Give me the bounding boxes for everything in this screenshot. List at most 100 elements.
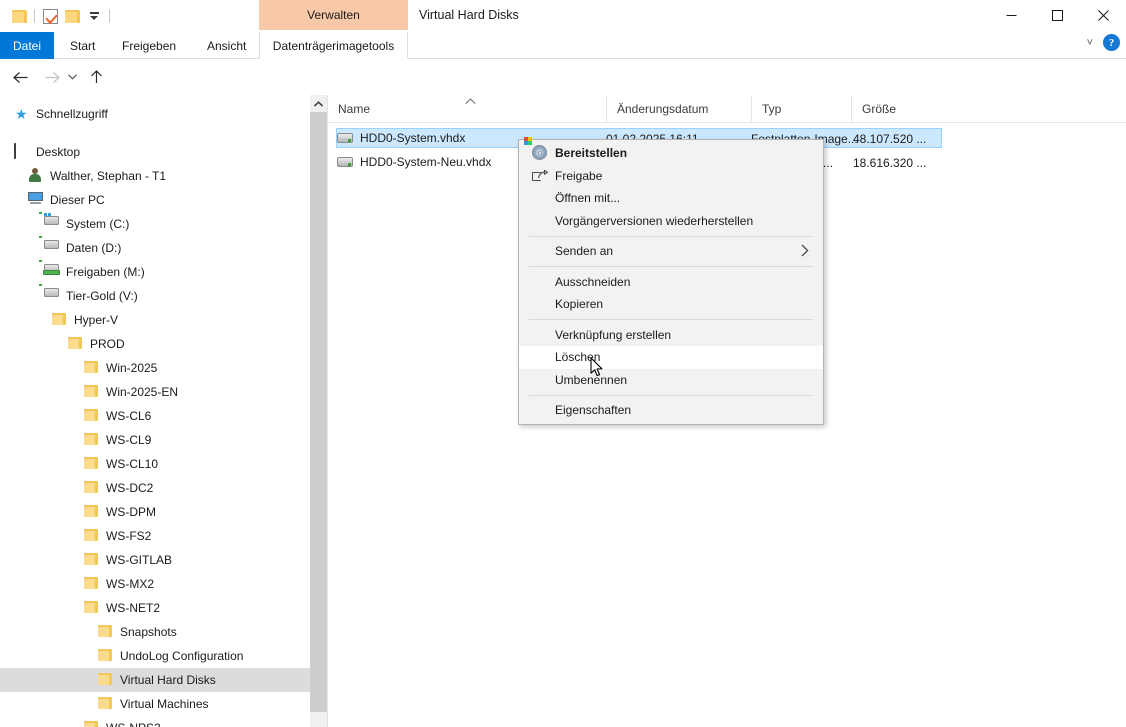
tab-freigeben[interactable]: Freigeben [110, 32, 188, 59]
sidebar-item-label: UndoLog Configuration [120, 649, 244, 663]
sidebar-item-ws-nps2[interactable]: WS-NPS2 [0, 716, 310, 727]
menu-item-label: Ausschneiden [555, 274, 631, 289]
back-button[interactable] [8, 65, 32, 89]
toolbar-divider-2 [109, 9, 110, 23]
column-header-type[interactable]: Typ [751, 95, 851, 123]
file-name: HDD0-System.vhdx [360, 131, 466, 145]
menu-item-vorgängerversionen-wiederherstellen[interactable]: Vorgängerversionen wiederherstellen [519, 210, 823, 233]
sidebar-item-system-c[interactable]: System (C:) [0, 211, 310, 236]
file-explorer-window: Verwalten Virtual Hard Disks Datei Start… [0, 0, 1126, 727]
sidebar-item-daten-d[interactable]: Daten (D:) [0, 235, 310, 260]
vhdx-disk-icon [337, 130, 353, 146]
window-controls [988, 0, 1126, 30]
menu-item-verknüpfung-erstellen[interactable]: Verknüpfung erstellen [519, 324, 823, 347]
menu-item-öffnen-mit[interactable]: Öffnen mit... [519, 187, 823, 210]
chevron-up-icon[interactable] [310, 95, 327, 112]
toolbar-divider [34, 9, 35, 23]
sidebar-item-ws-cl6[interactable]: WS-CL6 [0, 404, 310, 428]
title-bar: Verwalten Virtual Hard Disks [0, 0, 1126, 32]
sidebar-item-label: Win-2025-EN [106, 385, 179, 399]
quick-access-toolbar [8, 5, 114, 27]
column-header-name-label: Name [338, 102, 371, 116]
sidebar-item-label: WS-FS2 [106, 529, 152, 543]
sidebar-item-ws-mx2[interactable]: WS-MX2 [0, 572, 310, 596]
menu-item-löschen[interactable]: Löschen [519, 346, 823, 369]
menu-item-umbenennen[interactable]: Umbenennen [519, 369, 823, 392]
column-header-name[interactable]: Name [328, 95, 606, 123]
maximize-icon[interactable] [1034, 0, 1080, 30]
sidebar-item-label: Freigaben (M:) [66, 265, 145, 279]
sidebar-item-ws-cl9[interactable]: WS-CL9 [0, 428, 310, 452]
sidebar-item-hyper-v[interactable]: Hyper-V [0, 308, 310, 332]
menu-item-label: Vorgängerversionen wiederherstellen [555, 213, 754, 228]
sidebar-item-label: WS-CL6 [106, 409, 152, 423]
menu-item-kopieren[interactable]: Kopieren [519, 293, 823, 316]
mouse-cursor [590, 357, 604, 377]
forward-button[interactable] [40, 65, 64, 89]
sidebar-item-ws-dpm[interactable]: WS-DPM [0, 500, 310, 524]
up-button[interactable] [84, 65, 108, 89]
menu-item-label: Freigabe [555, 168, 603, 183]
file-size: 48.107.520 ... [853, 132, 927, 146]
menu-item-ausschneiden[interactable]: Ausschneiden [519, 271, 823, 294]
menu-separator [529, 266, 813, 267]
menu-item-freigabe[interactable]: Freigabe [519, 165, 823, 188]
sidebar-item-virtual-machines[interactable]: Virtual Machines [0, 692, 310, 716]
menu-separator [529, 319, 813, 320]
help-icon[interactable]: ? [1103, 34, 1120, 51]
ribbon-right-controls: ˅ ? [1087, 34, 1120, 51]
sidebar-item-prod[interactable]: PROD [0, 332, 310, 356]
sidebar-item-label: Tier-Gold (V:) [66, 289, 138, 303]
sidebar-item-label: WS-NPS2 [106, 721, 161, 727]
customize-dropdown-icon[interactable] [83, 5, 105, 27]
sidebar-item-ws-dc2[interactable]: WS-DC2 [0, 476, 310, 500]
column-header-size[interactable]: Größe [851, 95, 941, 123]
tab-start[interactable]: Start [58, 32, 107, 59]
sidebar-item-dieser-pc[interactable]: Dieser PC [0, 188, 310, 212]
navigation-pane-scrollbar[interactable] [310, 95, 327, 727]
sidebar-item-label: WS-NET2 [106, 601, 160, 615]
contextual-tab-group-label: Verwalten [259, 0, 408, 30]
sidebar-item-label: WS-CL10 [106, 457, 159, 471]
sidebar-item-ws-gitlab[interactable]: WS-GITLAB [0, 548, 310, 572]
menu-item-label: Bereitstellen [555, 146, 628, 161]
tab-datentraegerimagetools[interactable]: Datenträgerimagetools [259, 32, 408, 59]
tab-datei[interactable]: Datei [0, 32, 54, 59]
sidebar-item-win-2025-en[interactable]: Win-2025-EN [0, 380, 310, 404]
sidebar-item-label: WS-DPM [106, 505, 156, 519]
menu-item-bereitstellen[interactable]: Bereitstellen [519, 137, 823, 165]
chevron-down-icon[interactable]: ˅ [1087, 37, 1093, 49]
sidebar-item-ws-fs2[interactable]: WS-FS2 [0, 524, 310, 548]
sidebar-item-label: Daten (D:) [66, 241, 122, 255]
minimize-icon[interactable] [988, 0, 1034, 30]
column-header-modified[interactable]: Änderungsdatum [606, 95, 751, 123]
sidebar-item-ws-net2[interactable]: WS-NET2 [0, 596, 310, 620]
sidebar-item-snapshots[interactable]: Snapshots [0, 620, 310, 644]
sidebar-item-label: WS-GITLAB [106, 553, 173, 567]
address-bar-row: › Dieser PC › Tier-Gold (V:) › Hyper-V ›… [0, 59, 1126, 149]
sidebar-item-walther-stephan-t1[interactable]: Walther, Stephan - T1 [0, 164, 310, 188]
menu-item-label: Verknüpfung erstellen [555, 327, 672, 342]
sidebar-item-virtual-hard-disks[interactable]: Virtual Hard Disks [0, 668, 310, 692]
vhdx-disk-icon [337, 154, 353, 170]
sidebar-item-desktop[interactable]: Desktop [0, 140, 310, 164]
sidebar-item-ws-cl10[interactable]: WS-CL10 [0, 452, 310, 476]
sidebar-item-undolog-configuration[interactable]: UndoLog Configuration [0, 644, 310, 668]
new-folder-icon[interactable] [8, 5, 30, 27]
sidebar-item-label: WS-DC2 [106, 481, 154, 495]
close-icon[interactable] [1080, 0, 1126, 30]
scrollbar-thumb[interactable] [310, 112, 327, 712]
window-title: Virtual Hard Disks [419, 8, 519, 22]
sidebar-item-freigaben-m[interactable]: Freigaben (M:) [0, 259, 310, 284]
sidebar-item-tier-gold-v[interactable]: Tier-Gold (V:) [0, 283, 310, 308]
properties-icon[interactable] [39, 5, 61, 27]
folder-icon[interactable] [61, 5, 83, 27]
sidebar-item-win-2025[interactable]: Win-2025 [0, 356, 310, 380]
menu-item-eigenschaften[interactable]: Eigenschaften [519, 399, 823, 422]
recent-locations-button[interactable] [64, 65, 80, 89]
sidebar-item-label: Dieser PC [50, 193, 105, 207]
sidebar-item-label: Snapshots [120, 625, 177, 639]
menu-item-senden-an[interactable]: Senden an [519, 240, 823, 263]
sidebar-item-schnellzugriff[interactable]: ★ Schnellzugriff [0, 102, 310, 126]
tab-ansicht[interactable]: Ansicht [195, 32, 258, 59]
